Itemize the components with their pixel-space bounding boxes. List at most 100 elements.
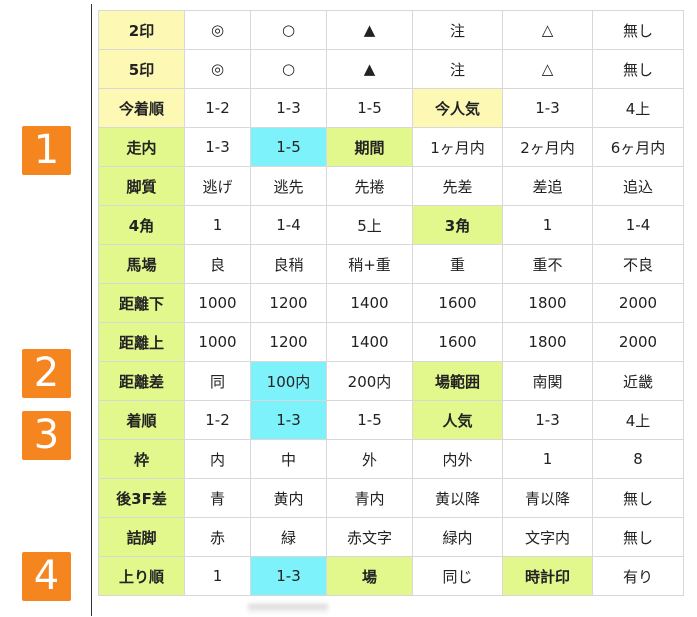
option-cell[interactable]: 1-3 [502,88,593,128]
option-cell[interactable]: 注 [412,49,503,89]
option-cell[interactable]: 緑内 [412,517,503,557]
option-cell[interactable]: 1-3 [250,88,327,128]
option-cell[interactable]: 逃先 [250,166,327,206]
table-row: 距離上 1000 1200 1400 1600 1800 2000 [98,322,684,362]
option-cell[interactable]: 1600 [412,283,503,323]
section-badge-2: 2 [22,349,71,398]
option-cell[interactable]: 稍+重 [326,244,413,284]
option-cell[interactable]: 黄内 [250,478,327,518]
option-cell[interactable]: 1-2 [184,400,251,440]
option-cell[interactable]: 1-2 [184,88,251,128]
option-cell[interactable]: 2ヶ月内 [502,127,593,167]
option-cell[interactable]: 重 [412,244,503,284]
option-cell[interactable]: 有り [592,556,684,596]
option-cell[interactable]: 1000 [184,322,251,362]
option-cell[interactable]: 1 [184,205,251,245]
option-cell[interactable]: 1200 [250,322,327,362]
option-cell[interactable]: 100内 [250,361,327,401]
option-cell[interactable]: ◎ [184,10,251,50]
option-cell[interactable]: 注 [412,10,503,50]
option-cell[interactable]: 1400 [326,283,413,323]
option-cell[interactable]: 中 [250,439,327,479]
option-cell[interactable]: 無し [592,478,684,518]
option-cell[interactable]: 6ヶ月内 [592,127,684,167]
table-row: 上り順 1 1-3 場同じ 時計印 有り [98,556,684,596]
cell-shadow [248,604,328,614]
option-cell[interactable]: 青 [184,478,251,518]
option-cell[interactable]: 1-4 [250,205,327,245]
option-cell[interactable]: 内外 [412,439,503,479]
row-header-cell: 詰脚 [98,517,185,557]
option-cell[interactable]: 1-5 [326,400,413,440]
option-cell[interactable]: 1-5 [250,127,327,167]
option-cell[interactable]: ○ [250,10,327,50]
row-header-cell: 時計印 [502,556,593,596]
option-cell[interactable]: 同じ [412,556,503,596]
option-cell[interactable]: 良 [184,244,251,284]
option-cell[interactable]: 先差 [412,166,503,206]
option-cell[interactable]: 1000 [184,283,251,323]
option-cell[interactable]: 1 [184,556,251,596]
option-cell[interactable]: 同 [184,361,251,401]
option-cell[interactable]: 1-3 [250,400,327,440]
option-cell[interactable]: 青以降 [502,478,593,518]
option-cell[interactable]: 赤文字 [326,517,413,557]
row-header-cell: 5印 [98,49,185,89]
option-cell[interactable]: ▲ [326,10,413,50]
option-cell[interactable]: 南関 [502,361,593,401]
option-cell[interactable]: 黄以降 [412,478,503,518]
option-cell[interactable]: 1-3 [184,127,251,167]
option-cell[interactable]: 青内 [326,478,413,518]
option-cell[interactable]: 逃げ [184,166,251,206]
option-cell[interactable]: 8 [592,439,684,479]
table-row: 距離下 1000 1200 1400 1600 1800 2000 [98,283,684,323]
row-header-cell: 期間 [326,127,413,167]
row-header-cell: 馬場 [98,244,185,284]
option-cell[interactable]: 1 [502,205,593,245]
option-cell[interactable]: 1-3 [502,400,593,440]
option-cell[interactable]: 良稍 [250,244,327,284]
option-cell[interactable]: 追込 [592,166,684,206]
option-cell[interactable]: 内 [184,439,251,479]
option-cell[interactable]: 1 [502,439,593,479]
option-cell[interactable]: 緑 [250,517,327,557]
option-cell[interactable]: 先捲 [326,166,413,206]
option-cell[interactable]: 5上 [326,205,413,245]
table-row: 2印 ◎ ○ ▲ 注 △ 無し [98,10,684,50]
option-cell[interactable]: 赤 [184,517,251,557]
table-row: 今着順 1-2 1-3 1-5 今人気 1-3 4上 [98,88,684,128]
option-cell[interactable]: △ [502,49,593,89]
option-cell[interactable]: 1-4 [592,205,684,245]
option-cell[interactable]: 4上 [592,400,684,440]
option-cell[interactable]: ○ [250,49,327,89]
option-cell[interactable]: 1800 [502,283,593,323]
option-cell[interactable]: 無し [592,10,684,50]
option-cell[interactable]: 1ヶ月内 [412,127,503,167]
option-cell[interactable]: 不良 [592,244,684,284]
option-cell[interactable]: 1600 [412,322,503,362]
option-cell[interactable]: 1400 [326,322,413,362]
option-cell[interactable]: 無し [592,517,684,557]
table-row: 後3F差青黄内 青内 黄以降 青以降 無し [98,478,684,518]
option-cell[interactable]: 4上 [592,88,684,128]
row-header-cell: 人気 [412,400,503,440]
option-cell[interactable]: ◎ [184,49,251,89]
row-header-cell: 距離上 [98,322,185,362]
option-cell[interactable]: 1-3 [250,556,327,596]
option-cell[interactable]: 無し [592,49,684,89]
option-cell[interactable]: 200内 [326,361,413,401]
option-cell[interactable]: 差追 [502,166,593,206]
option-cell[interactable]: 2000 [592,322,684,362]
option-cell[interactable]: △ [502,10,593,50]
option-cell[interactable]: 文字内 [502,517,593,557]
table-row: 距離差同 100内 200内 場範囲 南関 近畿 [98,361,684,401]
option-cell[interactable]: 2000 [592,283,684,323]
option-cell[interactable]: 1200 [250,283,327,323]
option-cell[interactable]: 1800 [502,322,593,362]
row-header-cell: 今着順 [98,88,185,128]
option-cell[interactable]: 1-5 [326,88,413,128]
option-cell[interactable]: 近畿 [592,361,684,401]
option-cell[interactable]: ▲ [326,49,413,89]
option-cell[interactable]: 重不 [502,244,593,284]
option-cell[interactable]: 外 [326,439,413,479]
